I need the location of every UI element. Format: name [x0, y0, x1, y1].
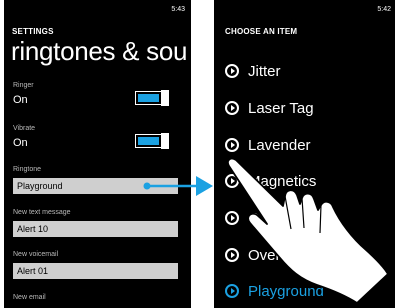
hand-shape: [227, 157, 389, 304]
hand-pointer-icon: [227, 157, 389, 304]
